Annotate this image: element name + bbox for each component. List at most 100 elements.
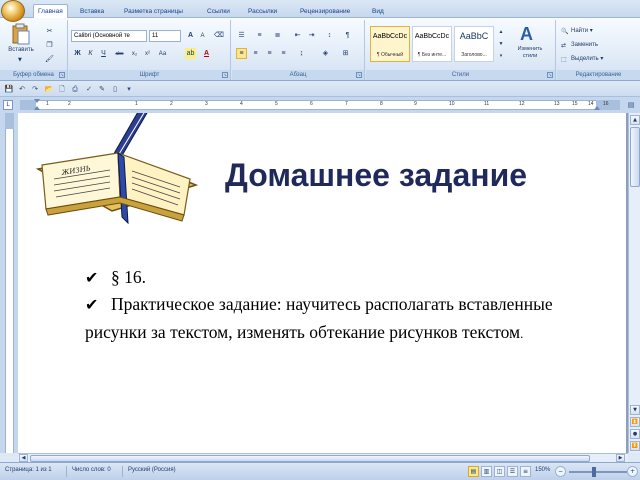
spelling-icon[interactable]: ✓ (84, 84, 94, 94)
replace-button[interactable]: ⇄ Заменить (561, 39, 598, 51)
superscript-button[interactable]: x² (142, 48, 153, 59)
copy-icon[interactable]: ❐ (44, 40, 55, 51)
new-document-icon[interactable]: 🗋 (57, 84, 67, 94)
horizontal-scrollbar[interactable]: ◀ ▶ (18, 453, 628, 462)
font-color-button[interactable]: A (201, 48, 212, 59)
styles-scroll-up-icon[interactable]: ▲ (497, 26, 505, 37)
right-indent-marker[interactable] (594, 106, 600, 110)
document-icon[interactable]: ▯ (110, 84, 120, 94)
print-layout-view-icon[interactable]: ▤ (468, 466, 479, 477)
font-launcher-icon[interactable]: ↘ (222, 72, 228, 78)
clear-format-icon[interactable]: ⌫ (213, 30, 224, 41)
tab-page-layout[interactable]: Разметка страницы (120, 5, 187, 18)
bullets-icon[interactable]: ☰ (236, 30, 247, 41)
tab-references[interactable]: Ссылки (203, 5, 234, 18)
font-name-field[interactable]: Calibri (Основной те (71, 30, 147, 42)
change-case-button[interactable]: Аа (157, 48, 168, 59)
horizontal-scroll-thumb[interactable] (30, 455, 590, 462)
pilcrow-button[interactable]: ¶ (342, 30, 353, 41)
bold-button[interactable]: Ж (72, 48, 83, 59)
quick-print-icon[interactable]: ⎙ (70, 84, 80, 94)
decrease-indent-icon[interactable]: ⇤ (292, 30, 303, 41)
line-spacing-icon[interactable]: ↨ (296, 48, 307, 59)
multilevel-list-icon[interactable]: ≣ (272, 30, 283, 41)
cut-icon[interactable]: ✂ (44, 26, 55, 37)
draw-table-icon[interactable]: ✎ (97, 84, 107, 94)
tab-insert[interactable]: Вставка (76, 5, 108, 18)
style-heading1[interactable]: AaBbC Заголово... (454, 26, 494, 62)
tab-stop-selector[interactable]: L (3, 100, 13, 110)
format-painter-icon[interactable]: 🖌 (44, 54, 55, 65)
styles-scroll-down-icon[interactable]: ▼ (497, 38, 505, 49)
subscript-button[interactable]: x₂ (129, 48, 140, 59)
office-button[interactable] (1, 0, 25, 22)
page-count[interactable]: Страница: 1 из 1 (5, 467, 52, 473)
document-page[interactable]: ЖИЗНЬ Домашнее задание ✔ § 16. ✔ Практичес… (18, 113, 626, 453)
word-count[interactable]: Число слов: 0 (72, 467, 111, 473)
redo-icon[interactable]: ↷ (30, 84, 40, 94)
bullet-item[interactable]: ✔ § 16. (85, 264, 146, 292)
first-line-indent-marker[interactable] (34, 99, 40, 103)
tab-review[interactable]: Рецензирование (296, 5, 354, 18)
vertical-scroll-thumb[interactable] (630, 127, 640, 187)
vertical-scrollbar[interactable]: ▲ ▼ ⏫ ● ⏬ (628, 113, 640, 453)
font-size-field[interactable]: 11 (149, 30, 181, 42)
scroll-up-icon[interactable]: ▲ (630, 115, 640, 125)
customize-toolbar-icon[interactable]: ▾ (124, 84, 134, 94)
styles-more-icon[interactable]: ▾ (497, 50, 505, 61)
tab-view[interactable]: Вид (368, 5, 388, 18)
borders-icon[interactable]: ⊞ (340, 48, 351, 59)
zoom-out-icon[interactable]: − (555, 466, 566, 477)
open-icon[interactable]: 📂 (44, 84, 54, 94)
document-title[interactable]: Домашнее задание (225, 157, 527, 194)
shading-icon[interactable]: ◈ (320, 48, 331, 59)
align-right-icon[interactable]: ≡ (264, 48, 275, 59)
style-normal[interactable]: AaBbCcDc ¶ Обычный (370, 26, 410, 62)
justify-icon[interactable]: ≡ (278, 48, 289, 59)
zoom-slider-thumb[interactable] (592, 467, 596, 477)
full-screen-reading-icon[interactable]: ▥ (481, 466, 492, 477)
paragraph-launcher-icon[interactable]: ↘ (356, 72, 362, 78)
align-center-icon[interactable]: ≡ (250, 48, 261, 59)
outline-view-icon[interactable]: ☰ (507, 466, 518, 477)
scroll-left-icon[interactable]: ◀ (19, 454, 28, 462)
shrink-font-button[interactable]: A (197, 30, 208, 41)
save-icon[interactable]: 💾 (4, 84, 14, 94)
tab-mailings[interactable]: Рассылки (244, 5, 281, 18)
next-page-icon[interactable]: ⏬ (630, 441, 640, 451)
draft-view-icon[interactable]: ≡ (520, 466, 531, 477)
undo-icon[interactable]: ↶ (17, 84, 27, 94)
styles-launcher-icon[interactable]: ↘ (547, 72, 553, 78)
increase-indent-icon[interactable]: ⇥ (306, 30, 317, 41)
select-browse-object-icon[interactable]: ● (630, 429, 640, 439)
select-button[interactable]: ⬚ Выделить ▾ (561, 53, 603, 65)
previous-page-icon[interactable]: ⏫ (630, 417, 640, 427)
web-layout-icon[interactable]: ◫ (494, 466, 505, 477)
scroll-right-icon[interactable]: ▶ (616, 454, 625, 462)
scroll-down-icon[interactable]: ▼ (630, 405, 640, 415)
grow-font-button[interactable]: A (185, 30, 196, 41)
find-button[interactable]: 🔍 Найти ▾ (561, 25, 593, 37)
zoom-level[interactable]: 150% (535, 467, 550, 473)
paste-button[interactable]: Вставить ▼ (4, 23, 38, 67)
strikethrough-button[interactable]: abc (114, 48, 125, 59)
style-no-spacing[interactable]: AaBbCcDc ¶ Без инте... (412, 26, 452, 62)
italic-button[interactable]: К (85, 48, 96, 59)
change-styles-button[interactable]: A Изменить стили (510, 24, 550, 66)
language-indicator[interactable]: Русский (Россия) (128, 467, 176, 473)
numbering-icon[interactable]: ≡ (254, 30, 265, 41)
tab-home[interactable]: Главная (33, 4, 68, 19)
sort-icon[interactable]: ↕ (324, 30, 335, 41)
zoom-slider[interactable] (569, 471, 627, 473)
ruler-strip[interactable] (20, 100, 620, 110)
vertical-ruler-strip[interactable] (5, 113, 14, 453)
highlight-icon[interactable]: ab (185, 48, 196, 59)
clipboard-launcher-icon[interactable]: ↘ (59, 72, 65, 78)
bullet-item[interactable]: ✔ Практическое задание: научитесь распола… (85, 291, 595, 347)
left-indent-marker[interactable] (34, 106, 40, 110)
book-quill-clipart[interactable]: ЖИЗНЬ (32, 113, 222, 234)
zoom-in-icon[interactable]: + (627, 466, 638, 477)
align-left-icon[interactable]: ≡ (236, 48, 247, 59)
view-ruler-icon[interactable]: ▤ (626, 100, 636, 110)
underline-button[interactable]: Ч (98, 48, 109, 59)
